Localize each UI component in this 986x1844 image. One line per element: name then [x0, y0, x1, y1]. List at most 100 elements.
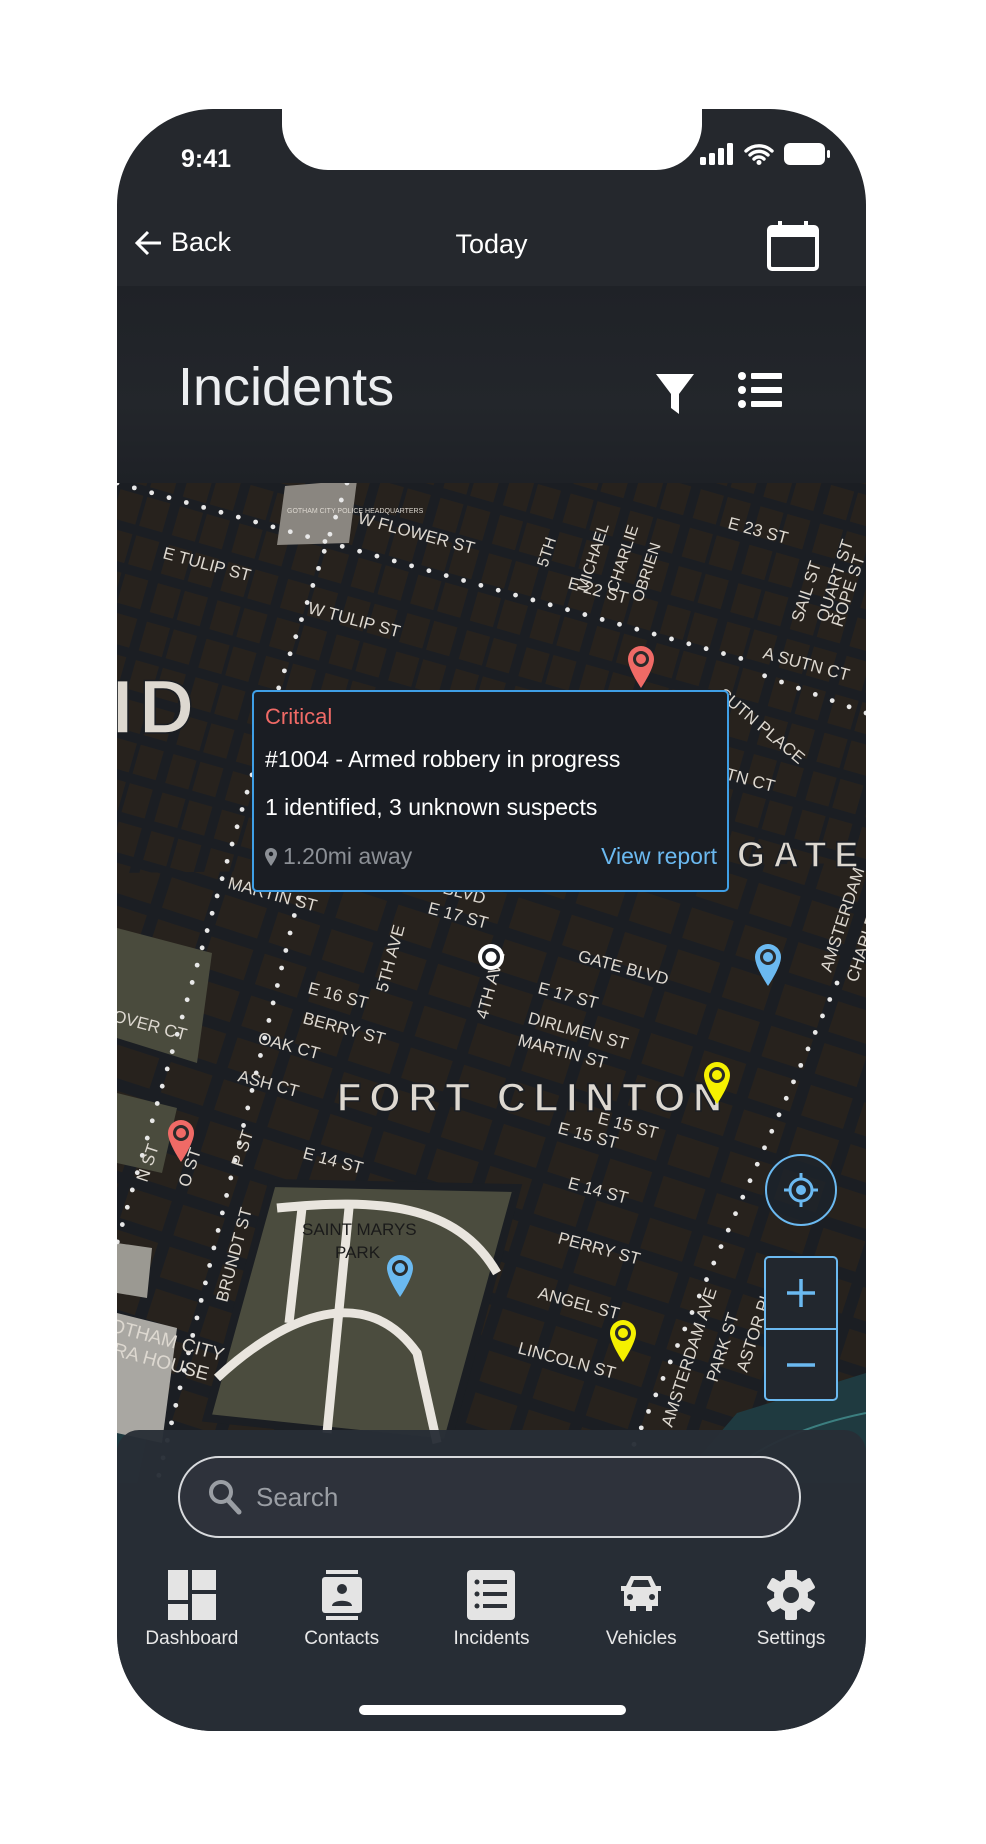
subway-dot	[279, 965, 285, 971]
tab-dashboard[interactable]: Dashboard	[117, 1570, 267, 1650]
subway-dot	[224, 1193, 229, 1198]
subway-dot	[617, 621, 622, 627]
list-icon[interactable]	[738, 372, 782, 413]
bottom-panel: Dashboard Contacts Incidents Vehicles Se…	[117, 1430, 866, 1731]
contacts-icon	[321, 1570, 362, 1620]
subway-dot	[283, 948, 289, 953]
subway-dot	[530, 597, 536, 603]
tab-settings[interactable]: Settings	[716, 1570, 866, 1650]
search-input[interactable]	[254, 1480, 778, 1514]
phone-screen: Incidents W FLOWER ST E TULIP ST W TULIP…	[117, 109, 866, 1731]
subway-dot	[333, 514, 339, 520]
search-field[interactable]	[178, 1456, 801, 1538]
subway-dot	[189, 980, 195, 985]
subway-dot	[704, 1277, 709, 1282]
subway-dot	[214, 893, 220, 899]
subway-dot	[244, 789, 250, 795]
map-label: GOTHAM CITY POLICE HEADQUARTERS	[287, 508, 424, 515]
subway-dot	[245, 1105, 251, 1111]
tab-label: Vehicles	[605, 1628, 677, 1649]
user-location-icon	[478, 944, 504, 970]
incident-map[interactable]: W FLOWER STE TULIP STW TULIP STE 22 STID…	[117, 483, 866, 1483]
subway-dot	[357, 548, 362, 554]
tab-label: Dashboard	[145, 1628, 239, 1649]
subway-dot	[796, 685, 801, 691]
subway-dot	[241, 1123, 246, 1128]
subway-dot	[129, 1187, 135, 1193]
tab-label: Settings	[756, 1628, 826, 1649]
subway-dot	[327, 531, 333, 537]
map-label: GATE	[737, 834, 866, 875]
subway-dot	[669, 636, 674, 642]
incident-popup[interactable]: Critical #1004 - Armed robbery in progre…	[252, 690, 729, 892]
subway-dot	[812, 1030, 818, 1035]
subway-dot	[219, 1210, 225, 1216]
subway-dot	[675, 1343, 680, 1348]
subway-dot	[409, 563, 414, 569]
location-pin-icon	[265, 847, 277, 866]
subway-dot	[144, 1135, 150, 1141]
subway-dot	[827, 997, 833, 1002]
subway-dot	[513, 592, 518, 598]
subway-dot	[846, 704, 852, 710]
subway-dot	[703, 646, 709, 652]
subway-dot	[229, 841, 235, 847]
calendar-icon[interactable]	[767, 221, 819, 276]
subway-dot	[159, 1083, 165, 1089]
subway-dot	[183, 500, 189, 505]
tab-label: Incidents	[453, 1628, 530, 1649]
zoom-out-button[interactable]	[766, 1330, 836, 1400]
subway-dot	[235, 514, 241, 520]
subway-dot	[149, 490, 155, 496]
subway-dot	[321, 548, 327, 554]
subway-dot	[239, 807, 245, 812]
filter-icon[interactable]	[655, 372, 695, 421]
subway-dot	[164, 1066, 170, 1072]
signal-icon	[700, 143, 733, 165]
subway-dot	[184, 997, 190, 1003]
subway-dot	[762, 673, 768, 679]
subway-dot	[798, 1062, 804, 1068]
tab-contacts[interactable]: Contacts	[267, 1570, 417, 1650]
subway-dot	[266, 1018, 272, 1023]
tab-vehicles[interactable]: Vehicles	[566, 1570, 716, 1650]
tab-incidents[interactable]: Incidents	[417, 1570, 567, 1650]
view-report-link[interactable]: View report	[601, 843, 717, 870]
subway-dot	[291, 913, 297, 918]
subway-dot	[169, 1420, 174, 1426]
subway-dot	[293, 634, 299, 640]
subway-dot	[224, 858, 230, 864]
subway-dot	[287, 651, 293, 657]
subway-dot	[738, 656, 744, 661]
search-icon	[209, 1480, 242, 1515]
subway-dot	[791, 1079, 796, 1085]
subway-dot	[805, 1046, 811, 1052]
subway-dot	[274, 983, 280, 988]
map-label: ID	[117, 665, 200, 750]
subway-dot	[721, 651, 726, 656]
severity-label: Critical	[265, 704, 333, 729]
crosshair-icon	[784, 1173, 818, 1207]
subway-dot	[829, 698, 835, 703]
wifi-icon	[744, 144, 774, 165]
plus-icon	[787, 1279, 815, 1307]
tab-label: Contacts	[304, 1628, 380, 1649]
subway-dot	[211, 1245, 217, 1251]
subway-dot	[131, 485, 137, 491]
subway-dot	[204, 928, 210, 933]
subway-dot	[219, 876, 225, 882]
subway-dot	[599, 617, 605, 622]
subway-dot	[338, 497, 344, 503]
device-notch	[282, 109, 702, 170]
subway-dot	[762, 1145, 767, 1151]
subway-dot	[582, 612, 588, 617]
subway-dot	[270, 1000, 276, 1006]
locate-me-button[interactable]	[765, 1154, 837, 1226]
subway-dot	[316, 565, 321, 571]
incidents-icon	[467, 1570, 516, 1620]
subway-dot	[443, 573, 449, 578]
subway-dot	[733, 1211, 738, 1217]
zoom-in-button[interactable]	[766, 1258, 836, 1330]
subway-dot	[218, 509, 224, 515]
subway-dot	[834, 980, 840, 986]
